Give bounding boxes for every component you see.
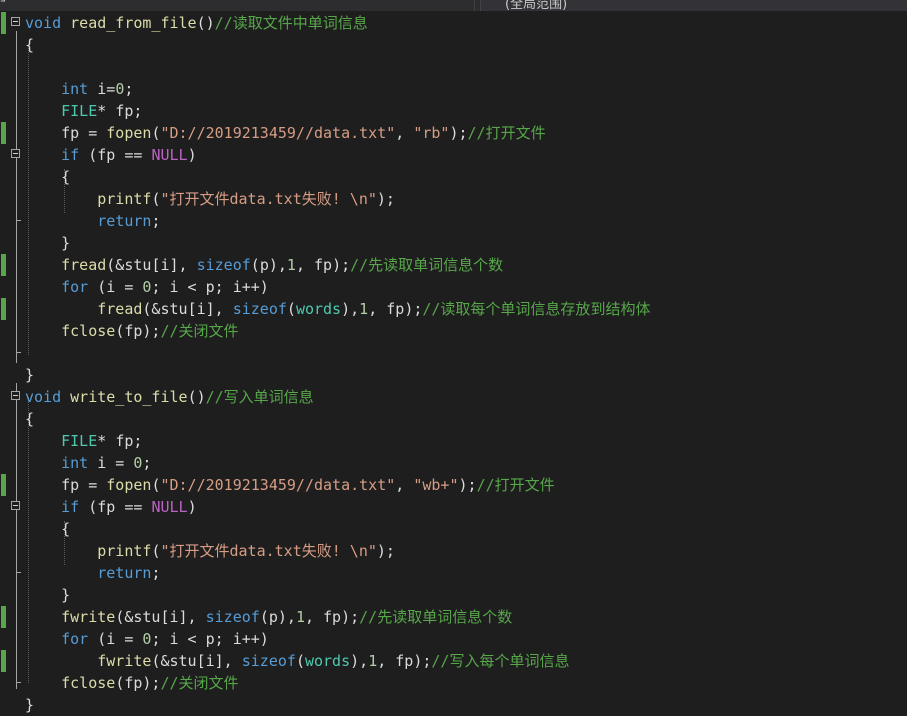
- code-text: FILE* fp;: [61, 432, 143, 450]
- code-text: if (fp == NULL): [61, 146, 197, 164]
- code-text: return;: [97, 212, 161, 230]
- code-text: int i=0;: [61, 80, 134, 98]
- dropdown-glyph: ┘: [1, 0, 9, 8]
- code-line[interactable]: return;: [0, 210, 907, 232]
- change-marker: [1, 650, 6, 672]
- collapse-minus-icon[interactable]: [11, 501, 20, 510]
- code-text: if (fp == NULL): [61, 498, 197, 516]
- code-text: fp = fopen("D://2019213459//data.txt", "…: [61, 124, 546, 142]
- code-line[interactable]: fclose(fp);//关闭文件: [0, 320, 907, 342]
- code-text: {: [25, 36, 35, 54]
- member-dropdown[interactable]: ┘: [0, 0, 474, 11]
- outline-end: [16, 220, 21, 221]
- code-line[interactable]: {: [0, 166, 907, 188]
- code-line[interactable]: printf("打开文件data.txt失败! \n");: [0, 188, 907, 210]
- change-marker: [1, 606, 6, 628]
- code-line[interactable]: }: [0, 682, 907, 716]
- outline-end: [16, 682, 21, 683]
- code-line[interactable]: FILE* fp;: [0, 430, 907, 452]
- code-line[interactable]: int i = 0;: [0, 452, 907, 474]
- change-marker: [1, 12, 6, 34]
- code-text: fread(&stu[i], sizeof(p),1, fp);//先读取单词信…: [61, 256, 504, 274]
- code-line[interactable]: }: [0, 220, 907, 254]
- code-line[interactable]: [0, 342, 907, 364]
- code-line[interactable]: void read_from_file()//读取文件中单词信息: [0, 12, 907, 34]
- code-line[interactable]: fwrite(&stu[i], sizeof(p),1, fp);//先读取单词…: [0, 606, 907, 628]
- collapse-minus-icon[interactable]: [11, 149, 20, 158]
- change-marker: [1, 122, 6, 144]
- code-line[interactable]: void write_to_file()//写入单词信息: [0, 386, 907, 408]
- code-text: fwrite(&stu[i], sizeof(p),1, fp);//先读取单词…: [61, 608, 513, 626]
- code-text: fwrite(&stu[i], sizeof(words),1, fp);//写…: [97, 652, 570, 670]
- code-text: {: [25, 168, 71, 186]
- code-line[interactable]: {: [0, 518, 907, 540]
- code-text: for (i = 0; i < p; i++): [61, 630, 269, 648]
- code-text: {: [25, 410, 35, 428]
- code-text: }: [25, 696, 35, 714]
- top-toolbar: ┘ (全局范围): [0, 0, 907, 11]
- scope-dropdown[interactable]: (全局范围): [480, 0, 907, 11]
- code-line[interactable]: if (fp == NULL): [0, 496, 907, 518]
- code-text: int i = 0;: [61, 454, 152, 472]
- code-text: }: [25, 366, 35, 384]
- code-line[interactable]: fread(&stu[i], sizeof(words),1, fp);//读取…: [0, 298, 907, 320]
- code-line[interactable]: if (fp == NULL): [0, 144, 907, 166]
- collapse-minus-icon[interactable]: [11, 17, 20, 26]
- code-line[interactable]: fwrite(&stu[i], sizeof(words),1, fp);//写…: [0, 650, 907, 672]
- code-line[interactable]: FILE* fp;: [0, 100, 907, 122]
- change-marker: [1, 474, 6, 496]
- code-text: void write_to_file()//写入单词信息: [25, 388, 314, 406]
- code-text: void read_from_file()//读取文件中单词信息: [25, 14, 368, 32]
- code-line[interactable]: }: [0, 352, 907, 386]
- scope-dropdown-label: (全局范围): [505, 0, 568, 11]
- code-text: printf("打开文件data.txt失败! \n");: [97, 190, 395, 208]
- change-marker: [1, 254, 6, 276]
- code-text: fp = fopen("D://2019213459//data.txt", "…: [61, 476, 555, 494]
- code-text: }: [25, 234, 71, 252]
- code-line[interactable]: return;: [0, 562, 907, 584]
- code-line[interactable]: {: [0, 34, 907, 56]
- code-editor[interactable]: void read_from_file()//读取文件中单词信息 { int i…: [0, 11, 907, 714]
- code-text: for (i = 0; i < p; i++): [61, 278, 269, 296]
- code-text: }: [25, 586, 71, 604]
- code-text: fclose(fp);//关闭文件: [61, 674, 239, 692]
- code-line[interactable]: fp = fopen("D://2019213459//data.txt", "…: [0, 474, 907, 496]
- collapse-minus-icon[interactable]: [11, 391, 20, 400]
- code-text: FILE* fp;: [61, 102, 143, 120]
- code-line[interactable]: [0, 56, 907, 78]
- outline-end: [16, 572, 21, 573]
- code-line[interactable]: fread(&stu[i], sizeof(p),1, fp);//先读取单词信…: [0, 254, 907, 276]
- code-text: printf("打开文件data.txt失败! \n");: [97, 542, 395, 560]
- code-line[interactable]: for (i = 0; i < p; i++): [0, 276, 907, 298]
- change-marker: [1, 298, 6, 320]
- code-line[interactable]: printf("打开文件data.txt失败! \n");: [0, 540, 907, 562]
- code-line[interactable]: fp = fopen("D://2019213459//data.txt", "…: [0, 122, 907, 144]
- code-text: return;: [97, 564, 161, 582]
- code-line[interactable]: }: [0, 572, 907, 606]
- code-text: {: [25, 520, 71, 538]
- code-line[interactable]: {: [0, 408, 907, 430]
- code-line[interactable]: for (i = 0; i < p; i++): [0, 628, 907, 650]
- toolbar-separator: [474, 0, 475, 11]
- code-line[interactable]: fclose(fp);//关闭文件: [0, 672, 907, 694]
- outline-end: [16, 352, 21, 353]
- code-text: fclose(fp);//关闭文件: [61, 322, 239, 340]
- code-line[interactable]: int i=0;: [0, 78, 907, 100]
- code-text: fread(&stu[i], sizeof(words),1, fp);//读取…: [97, 300, 651, 318]
